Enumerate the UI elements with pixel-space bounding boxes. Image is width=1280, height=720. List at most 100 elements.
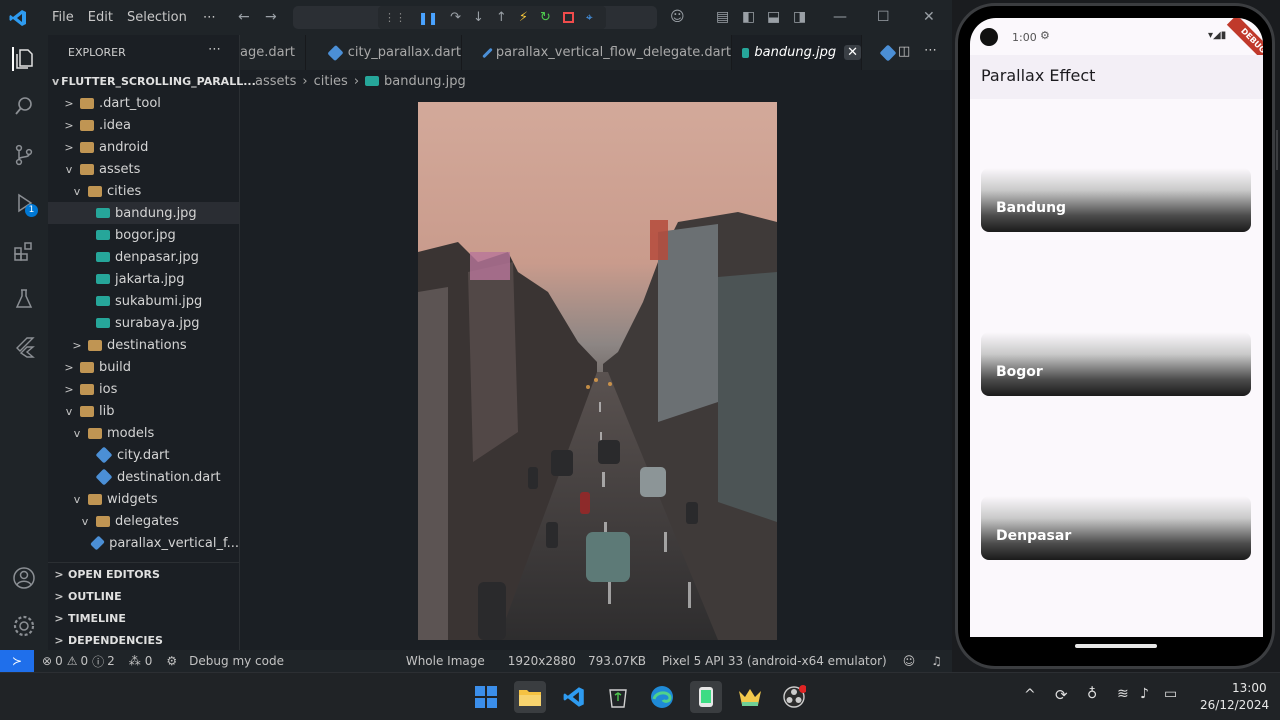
explorer-section-dependencies[interactable]: > DEPENDENCIES xyxy=(48,629,239,651)
toggle-secondary-sidebar-icon[interactable]: ◨ xyxy=(793,9,806,25)
menu-file[interactable]: File xyxy=(52,10,74,25)
step-into-icon[interactable]: ↓ xyxy=(473,10,484,25)
chevron-down-icon[interactable]: v xyxy=(70,185,84,198)
explorer-icon[interactable] xyxy=(12,47,36,71)
tab-city-parallax[interactable]: city_parallax.dart xyxy=(306,35,462,70)
file-tree-item[interactable]: > ios xyxy=(48,378,239,400)
file-tree-item[interactable]: denpasar.jpg xyxy=(48,246,239,268)
step-out-icon[interactable]: ↑ xyxy=(496,10,507,25)
flutter-run-icon[interactable] xyxy=(879,44,897,62)
file-explorer-icon[interactable] xyxy=(514,681,546,713)
ports-count[interactable]: 0 xyxy=(145,654,153,668)
recycle-bin-icon[interactable] xyxy=(602,681,634,713)
restart-icon[interactable]: ↻ xyxy=(540,10,551,25)
toggle-sidebar-icon[interactable]: ◧ xyxy=(742,9,755,25)
layout-customize-icon[interactable]: ▤ xyxy=(716,9,729,25)
taskbar-date[interactable]: 26/12/2024 xyxy=(1200,698,1269,712)
debug-config-label[interactable]: Debug my code xyxy=(189,654,284,668)
breadcrumb-item[interactable]: cities xyxy=(314,74,348,89)
remote-indicator-icon[interactable]: ≻ xyxy=(0,650,34,672)
android-emulator-icon[interactable] xyxy=(690,681,722,713)
search-icon[interactable] xyxy=(12,94,36,118)
explorer-section-open-editors[interactable]: > OPEN EDITORS xyxy=(48,563,239,585)
file-tree-item[interactable]: v delegates xyxy=(48,510,239,532)
devtools-icon[interactable]: ⌖ xyxy=(586,10,593,25)
city-card-bogor[interactable]: Bogor xyxy=(981,332,1251,396)
volume-icon[interactable]: ♪ xyxy=(1140,686,1149,702)
taskbar-clock[interactable]: 13:00 xyxy=(1232,681,1267,695)
emulator-scrollbar[interactable] xyxy=(1276,130,1278,170)
file-tree-item[interactable]: v models xyxy=(48,422,239,444)
chevron-up-icon[interactable]: ^ xyxy=(1024,687,1036,703)
chevron-right-icon[interactable]: > xyxy=(62,361,76,374)
copilot-icon[interactable]: ☺ xyxy=(670,9,685,25)
windows-start-icon[interactable] xyxy=(470,681,502,713)
file-tree-item[interactable]: parallax_vertical_f... xyxy=(48,532,239,554)
menu-selection[interactable]: Selection xyxy=(127,10,187,25)
editor-more-icon[interactable]: ⋯ xyxy=(924,43,937,58)
file-tree-item[interactable]: v cities xyxy=(48,180,239,202)
file-tree-item[interactable]: > .idea xyxy=(48,114,239,136)
breadcrumb-item[interactable]: bandung.jpg xyxy=(384,74,466,89)
file-tree-item[interactable]: city.dart xyxy=(48,444,239,466)
chevron-down-icon[interactable]: v xyxy=(78,515,92,528)
crown-app-icon[interactable] xyxy=(734,681,766,713)
explorer-more-icon[interactable]: ⋯ xyxy=(208,42,221,57)
run-debug-icon[interactable]: 1 xyxy=(12,191,38,217)
file-tree-item[interactable]: > android xyxy=(48,136,239,158)
file-tree-item[interactable]: v lib xyxy=(48,400,239,422)
file-tree-item[interactable]: v assets xyxy=(48,158,239,180)
city-street-photo[interactable] xyxy=(418,102,777,640)
stop-icon[interactable] xyxy=(562,12,574,23)
chevron-right-icon[interactable]: > xyxy=(62,97,76,110)
file-tree-item[interactable]: surabaya.jpg xyxy=(48,312,239,334)
wifi-icon[interactable]: ≋ xyxy=(1117,686,1129,702)
close-tab-icon[interactable]: ✕ xyxy=(844,45,861,60)
file-tree-item[interactable]: > .dart_tool xyxy=(48,92,239,114)
menu-more[interactable]: ⋯ xyxy=(203,10,216,25)
split-editor-icon[interactable]: ◫ xyxy=(898,44,910,59)
toggle-panel-icon[interactable]: ⬓ xyxy=(767,9,780,25)
file-tree-item[interactable]: jakarta.jpg xyxy=(48,268,239,290)
error-count[interactable]: 0 xyxy=(55,654,63,668)
menu-edit[interactable]: Edit xyxy=(88,10,113,25)
debug-config-icon[interactable]: ⚙ xyxy=(166,654,177,668)
image-zoom-label[interactable]: Whole Image xyxy=(406,654,485,668)
hot-reload-icon[interactable]: ⚡ xyxy=(519,10,528,25)
chevron-down-icon[interactable]: v xyxy=(62,163,76,176)
error-icon[interactable]: ⊗ xyxy=(42,654,52,668)
file-tree-item[interactable]: sukabumi.jpg xyxy=(48,290,239,312)
warning-icon[interactable]: ⚠ xyxy=(67,654,78,668)
chevron-right-icon[interactable]: > xyxy=(62,141,76,154)
minimize-icon[interactable]: — xyxy=(833,9,847,25)
step-over-icon[interactable]: ↷ xyxy=(450,10,461,25)
source-control-icon[interactable] xyxy=(12,143,36,167)
file-tree-item[interactable]: > destinations xyxy=(48,334,239,356)
info-icon[interactable]: ⓘ xyxy=(92,653,104,670)
close-window-icon[interactable]: ✕ xyxy=(923,9,935,25)
flutter-icon[interactable] xyxy=(12,335,36,359)
tab-bandung-jpg[interactable]: bandung.jpg ✕ xyxy=(732,35,862,70)
maximize-icon[interactable]: ☐ xyxy=(877,9,890,25)
chevron-right-icon[interactable]: > xyxy=(62,383,76,396)
vscode-taskbar-icon[interactable] xyxy=(558,681,590,713)
microphone-icon[interactable]: ♁ xyxy=(1087,686,1097,702)
chevron-down-icon[interactable]: v xyxy=(70,493,84,506)
tab-parallax-delegate[interactable]: parallax_vertical_flow_delegate.dart xyxy=(462,35,732,70)
file-tree-item[interactable]: destination.dart xyxy=(48,466,239,488)
city-card-bandung[interactable]: Bandung xyxy=(981,168,1251,232)
device-selector[interactable]: Pixel 5 API 33 (android-x64 emulator) xyxy=(662,654,887,668)
chevron-down-icon[interactable]: v xyxy=(62,405,76,418)
testing-icon[interactable] xyxy=(12,287,36,311)
drag-handle-icon[interactable]: ⋮⋮ xyxy=(384,11,406,24)
chevron-down-icon[interactable]: v xyxy=(70,427,84,440)
chevron-right-icon[interactable]: > xyxy=(70,339,84,352)
file-tree-item[interactable]: v widgets xyxy=(48,488,239,510)
pause-icon[interactable]: ❚❚ xyxy=(418,11,438,25)
notifications-bell-icon[interactable]: ♫ xyxy=(931,654,942,668)
warning-count[interactable]: 0 xyxy=(80,654,88,668)
sync-icon[interactable]: ⟳ xyxy=(1055,686,1068,704)
settings-gear-icon[interactable] xyxy=(12,614,36,638)
file-tree-item[interactable]: bogor.jpg xyxy=(48,224,239,246)
info-count[interactable]: 2 xyxy=(107,654,115,668)
